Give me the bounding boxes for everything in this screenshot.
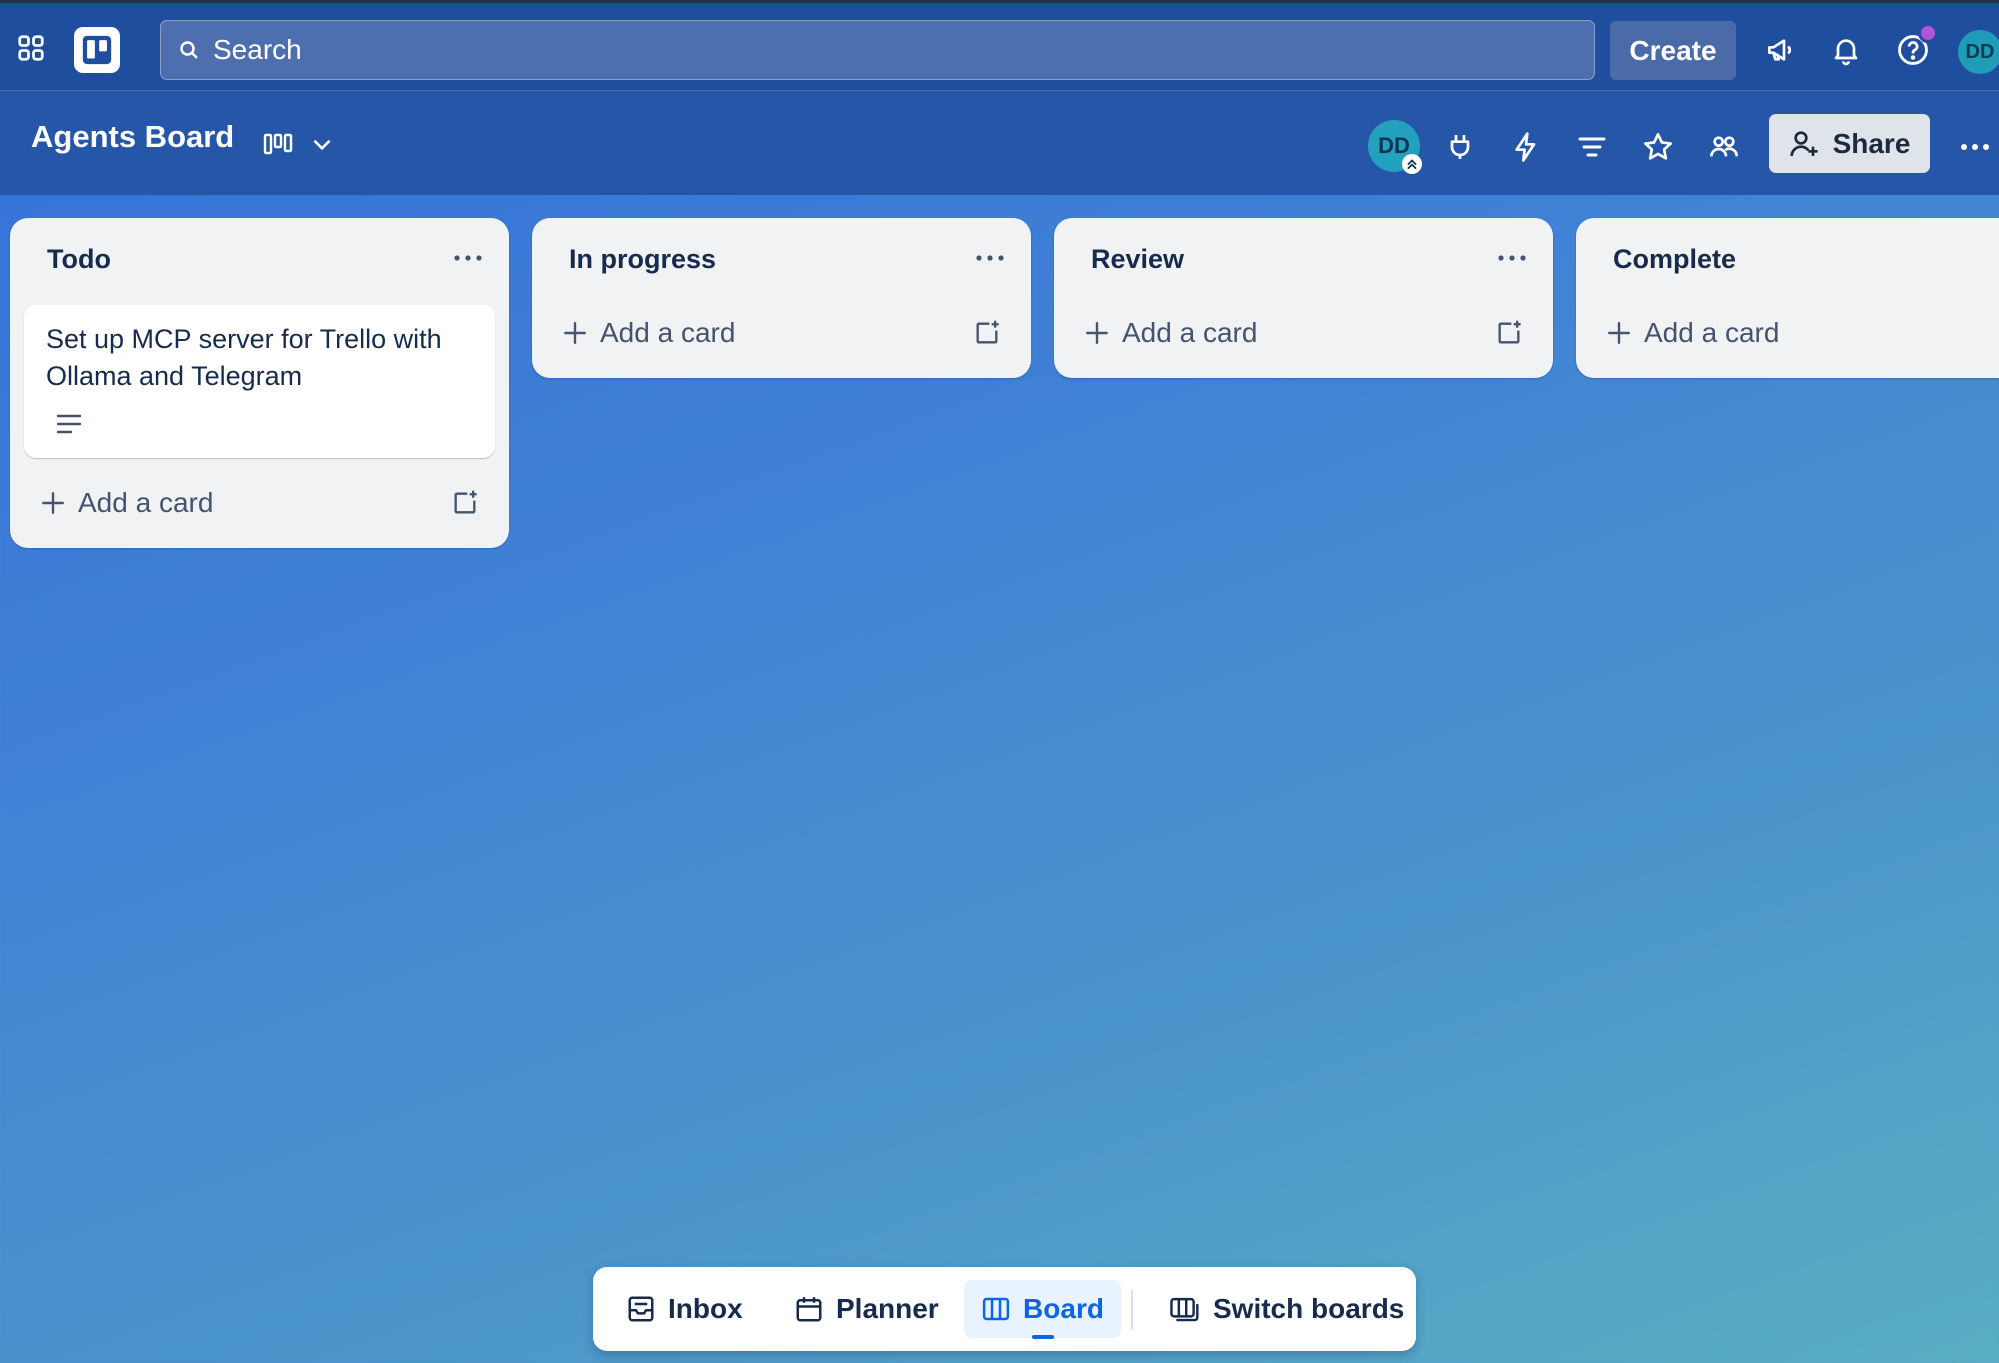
create-from-template-icon[interactable] bbox=[1489, 313, 1529, 353]
chevron-down-icon bbox=[309, 131, 335, 157]
add-card-button[interactable]: Add a card bbox=[24, 476, 424, 530]
create-from-template-icon[interactable] bbox=[967, 313, 1007, 353]
view-switcher[interactable] bbox=[263, 127, 335, 161]
add-card-button[interactable]: Add a card bbox=[1068, 306, 1468, 360]
list-in-progress: In progress Add a card bbox=[532, 218, 1031, 378]
share-label: Share bbox=[1832, 127, 1911, 159]
nav-planner-label: Planner bbox=[836, 1293, 939, 1324]
star-icon[interactable] bbox=[1640, 129, 1676, 165]
notification-dot bbox=[1918, 23, 1938, 43]
list-actions-more-icon[interactable] bbox=[971, 242, 1009, 274]
search-icon bbox=[177, 38, 201, 62]
card-title: Set up MCP server for Trello with Ollama… bbox=[46, 324, 442, 391]
board-title[interactable]: Agents Board bbox=[31, 119, 234, 155]
list-todo: Todo Set up MCP server for Trello with O… bbox=[10, 218, 509, 548]
active-tab-indicator bbox=[1032, 1335, 1054, 1339]
description-icon bbox=[54, 409, 84, 439]
create-button[interactable]: Create bbox=[1610, 21, 1736, 80]
nav-planner[interactable]: Planner bbox=[784, 1280, 949, 1338]
plus-icon bbox=[1084, 320, 1110, 346]
list-title[interactable]: Review bbox=[1091, 244, 1184, 275]
card[interactable]: Set up MCP server for Trello with Ollama… bbox=[24, 305, 495, 458]
switch-boards-icon bbox=[1169, 1294, 1201, 1324]
add-card-label: Add a card bbox=[1122, 317, 1258, 348]
nav-switch-boards-label: Switch boards bbox=[1213, 1293, 1405, 1324]
list-actions-more-icon[interactable] bbox=[1493, 242, 1531, 274]
admin-chevron-icon bbox=[1402, 154, 1422, 174]
filter-icon[interactable] bbox=[1574, 129, 1610, 165]
list-actions-more-icon[interactable] bbox=[449, 242, 487, 274]
board-icon bbox=[981, 1294, 1011, 1324]
plus-icon bbox=[562, 320, 588, 346]
nav-board-label: Board bbox=[1023, 1293, 1104, 1324]
search-bar[interactable] bbox=[160, 20, 1595, 80]
members-icon[interactable] bbox=[1706, 129, 1742, 165]
account-avatar[interactable]: DD bbox=[1958, 30, 1999, 74]
list-title[interactable]: In progress bbox=[569, 244, 716, 275]
add-card-button[interactable]: Add a card bbox=[546, 306, 946, 360]
list-title[interactable]: Complete bbox=[1613, 244, 1736, 275]
automation-lightning-icon[interactable] bbox=[1508, 129, 1544, 165]
list-complete: Complete Add a card bbox=[1576, 218, 1999, 378]
megaphone-icon[interactable] bbox=[1761, 31, 1799, 69]
nav-inbox[interactable]: Inbox bbox=[616, 1280, 753, 1338]
calendar-icon bbox=[794, 1294, 824, 1324]
board-member-avatar[interactable]: DD bbox=[1368, 120, 1422, 174]
nav-board[interactable]: Board bbox=[964, 1280, 1121, 1338]
add-card-label: Add a card bbox=[600, 317, 736, 348]
inbox-icon bbox=[626, 1294, 656, 1324]
plus-icon bbox=[40, 490, 66, 516]
top-navigation-bar: Create DD bbox=[0, 0, 1999, 91]
nav-switch-boards[interactable]: Switch boards bbox=[1159, 1280, 1414, 1338]
create-from-template-icon[interactable] bbox=[445, 483, 485, 523]
add-card-label: Add a card bbox=[1644, 317, 1780, 348]
app-switcher-icon[interactable] bbox=[12, 29, 50, 67]
search-input[interactable] bbox=[213, 34, 1513, 66]
bottom-navigation: Inbox Planner Board Switch boards bbox=[593, 1267, 1416, 1351]
share-button[interactable]: Share bbox=[1769, 114, 1930, 173]
notifications-bell-icon[interactable] bbox=[1827, 31, 1865, 69]
add-card-button[interactable]: Add a card bbox=[1590, 306, 1990, 360]
trello-logo-icon[interactable] bbox=[74, 27, 120, 73]
list-review: Review Add a card bbox=[1054, 218, 1553, 378]
board-view-icon bbox=[263, 132, 293, 156]
add-person-icon bbox=[1789, 128, 1821, 160]
nav-inbox-label: Inbox bbox=[668, 1293, 743, 1324]
power-ups-icon[interactable] bbox=[1442, 129, 1478, 165]
board-header: Agents Board DD Share bbox=[0, 91, 1999, 195]
board-menu-more-icon[interactable] bbox=[1957, 129, 1993, 165]
list-title[interactable]: Todo bbox=[47, 244, 111, 275]
plus-icon bbox=[1606, 320, 1632, 346]
divider bbox=[1131, 1290, 1133, 1330]
add-card-label: Add a card bbox=[78, 487, 214, 518]
